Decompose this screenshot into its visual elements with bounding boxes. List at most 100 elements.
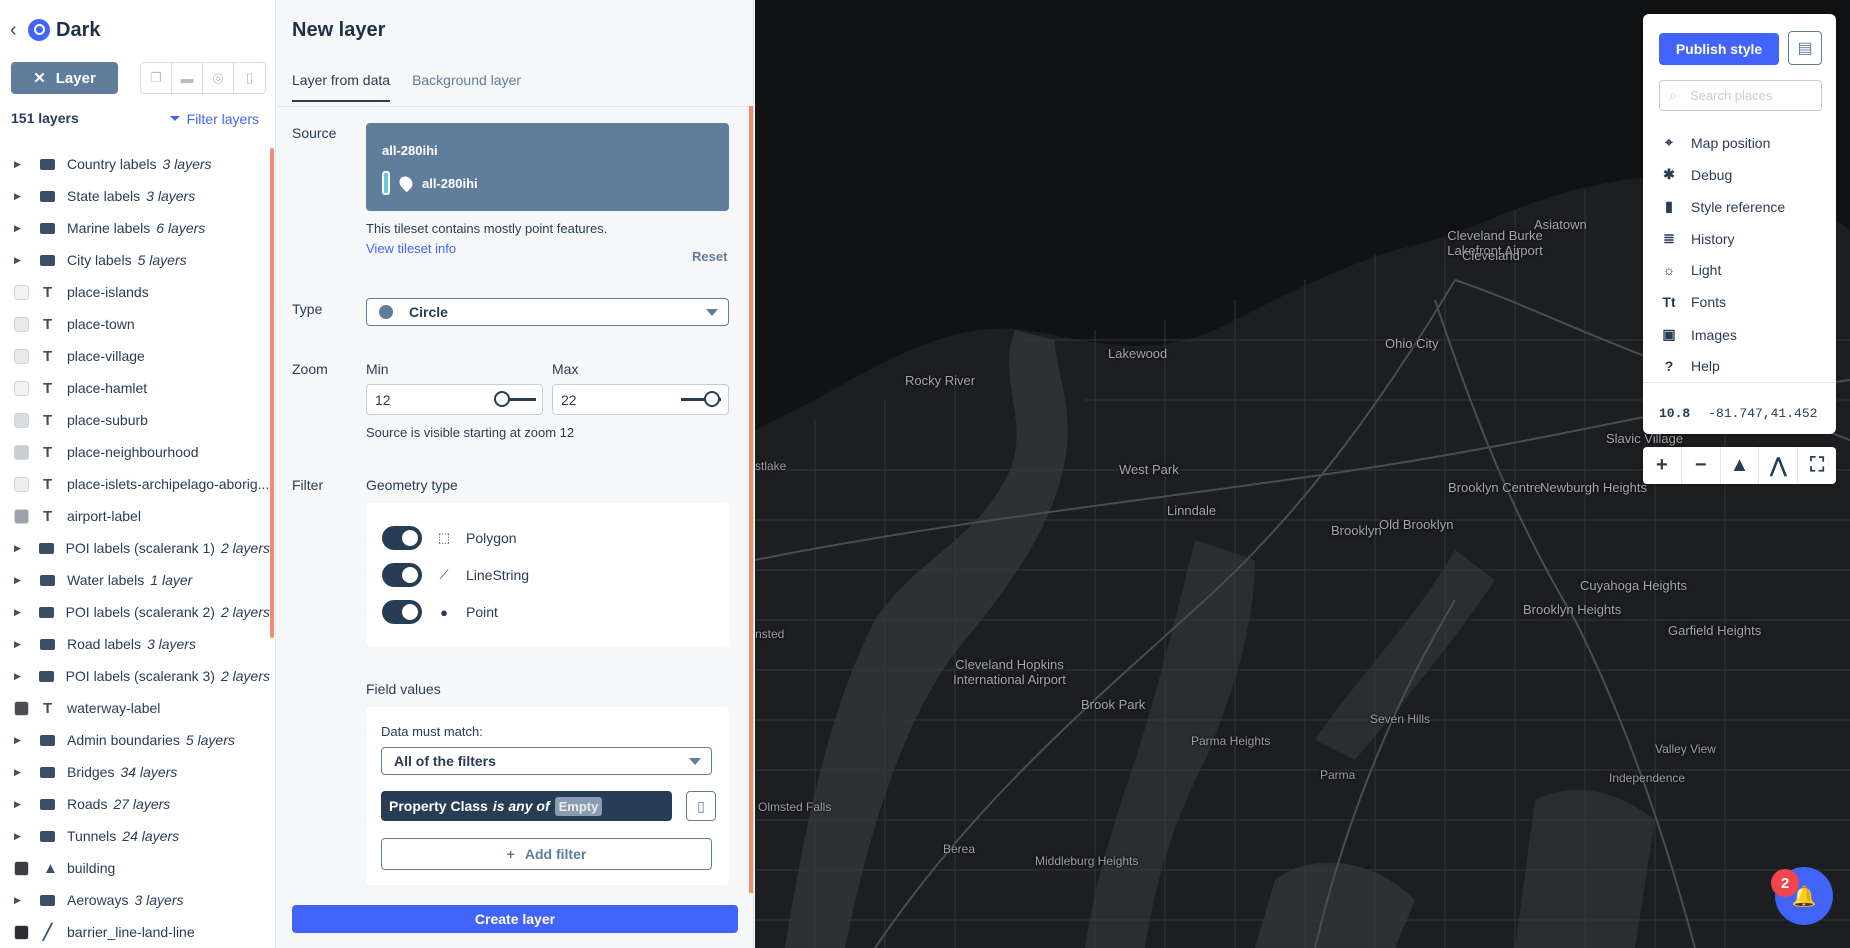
caret-right-icon[interactable]: ▶ [14, 735, 26, 746]
linestring-toggle[interactable] [382, 563, 422, 587]
add-filter-button[interactable]: + Add filter [381, 838, 712, 870]
hide-eye-icon[interactable]: ◎ [203, 63, 234, 93]
menu-item-fonts[interactable]: Tt Fonts [1661, 294, 1726, 310]
map-place-label: Parma [1320, 768, 1356, 782]
min-zoom-slider-handle[interactable] [494, 391, 510, 407]
print-icon[interactable]: ▤ [1788, 31, 1822, 65]
type-label: Type [292, 301, 323, 317]
layer-row[interactable]: Tplace-islands [0, 276, 270, 308]
menu-item-map-position[interactable]: ⌖ Map position [1661, 134, 1770, 151]
layer-row[interactable]: Tplace-islets-archipelago-aborig... [0, 468, 270, 500]
match-mode-select[interactable]: All of the filters [381, 747, 712, 775]
layer-group-name: Country labels [67, 156, 157, 172]
layer-color-swatch [14, 924, 29, 940]
menu-item-images[interactable]: ▣ Images [1661, 326, 1737, 343]
filter-layers-button[interactable]: ⏷ Filter layers [169, 110, 259, 127]
layer-group-row[interactable]: ▶ Water labels 1 layer [0, 564, 270, 596]
layer-group-row[interactable]: ▶ Aeroways 3 layers [0, 884, 270, 916]
property-filter-pill[interactable]: Property Class is any of Empty [381, 791, 672, 821]
layer-group-row[interactable]: ▶ Country labels 3 layers [0, 148, 270, 180]
layer-group-row[interactable]: ▶ Roads 27 layers [0, 788, 270, 820]
layer-row[interactable]: Tairport-label [0, 500, 270, 532]
layer-group-row[interactable]: ▶ City labels 5 layers [0, 244, 270, 276]
group-folder-icon[interactable]: ▬ [172, 63, 203, 93]
max-zoom-slider-handle[interactable] [704, 391, 720, 407]
layer-row[interactable]: Tplace-neighbourhood [0, 436, 270, 468]
polygon-toggle[interactable] [382, 526, 422, 550]
tab-layer-from-data[interactable]: Layer from data [292, 72, 391, 102]
layer-row[interactable]: Tplace-town [0, 308, 270, 340]
menu-item-help[interactable]: ? Help [1661, 358, 1720, 374]
map-place-label: Linndale [1167, 503, 1217, 518]
compass-north-icon[interactable]: ⋀ [1759, 447, 1799, 484]
layer-row[interactable]: ╱ barrier_line-land-line [0, 916, 270, 948]
caret-right-icon[interactable]: ▶ [14, 639, 26, 650]
delete-filter-trash-icon[interactable]: ▯ [686, 791, 716, 821]
caret-right-icon[interactable]: ▶ [14, 799, 26, 810]
source-card[interactable]: all-280ihi all-280ihi [366, 123, 729, 211]
layer-name: airport-label [67, 508, 141, 524]
layer-row[interactable]: Tplace-suburb [0, 404, 270, 436]
history-icon: ≣ [1663, 230, 1675, 246]
layer-group-row[interactable]: ▶ Tunnels 24 layers [0, 820, 270, 852]
chevron-down-icon [706, 309, 718, 316]
sidebar-scrollbar[interactable] [270, 148, 274, 638]
caret-right-icon[interactable]: ▶ [14, 671, 25, 682]
tab-background-layer[interactable]: Background layer [412, 72, 521, 102]
layer-group-name: Aeroways [67, 892, 129, 908]
delete-trash-icon[interactable]: ▯ [234, 63, 265, 93]
view-tileset-link[interactable]: View tileset info [366, 241, 456, 256]
book-icon: ▮ [1665, 198, 1673, 214]
filter-value-tag[interactable]: Empty [554, 796, 603, 816]
text-symbol-icon: T [43, 315, 53, 333]
folder-icon [40, 574, 55, 586]
inspect-icon[interactable]: ▲ [1721, 447, 1760, 484]
menu-item-style-reference[interactable]: ▮ Style reference [1661, 198, 1785, 215]
caret-right-icon[interactable]: ▶ [14, 159, 26, 170]
panel-scrollbar[interactable] [749, 106, 753, 893]
point-icon: ● [440, 604, 448, 620]
layer-group-row[interactable]: ▶ POI labels (scalerank 3) 2 layers [0, 660, 270, 692]
layer-group-row[interactable]: ▶ POI labels (scalerank 2) 2 layers [0, 596, 270, 628]
menu-item-history[interactable]: ≣ History [1661, 230, 1734, 247]
caret-right-icon[interactable]: ▶ [14, 543, 25, 554]
caret-right-icon[interactable]: ▶ [14, 607, 25, 618]
create-layer-button[interactable]: Create layer [292, 905, 738, 933]
layer-row[interactable]: Tplace-hamlet [0, 372, 270, 404]
close-layer-button[interactable]: ✕ Layer [11, 62, 118, 94]
text-symbol-icon: T [43, 411, 53, 429]
point-toggle[interactable] [382, 600, 422, 624]
map-place-label: Rocky River [905, 373, 976, 388]
search-places-input[interactable]: ⌕ Search places [1659, 80, 1822, 111]
fullscreen-icon[interactable]: ⛶ [1798, 447, 1836, 484]
layer-actions: ❐ ▬ ◎ ▯ [140, 62, 266, 94]
layer-row[interactable]: Twaterway-label [0, 692, 270, 724]
layer-group-row[interactable]: ▶ POI labels (scalerank 1) 2 layers [0, 532, 270, 564]
layer-group-row[interactable]: ▶ Admin boundaries 5 layers [0, 724, 270, 756]
caret-right-icon[interactable]: ▶ [14, 895, 26, 906]
type-value: Circle [409, 304, 448, 320]
layer-group-row[interactable]: ▶ Road labels 3 layers [0, 628, 270, 660]
caret-right-icon[interactable]: ▶ [14, 191, 26, 202]
layers-sidebar: ‹ Dark ✕ Layer ❐ ▬ ◎ ▯ 151 layers ⏷ Filt… [0, 0, 276, 948]
duplicate-icon[interactable]: ❐ [141, 63, 172, 93]
zoom-in-icon[interactable]: + [1643, 447, 1682, 484]
layer-group-row[interactable]: ▶ State labels 3 layers [0, 180, 270, 212]
zoom-out-icon[interactable]: − [1682, 447, 1721, 484]
caret-right-icon[interactable]: ▶ [14, 255, 26, 266]
caret-right-icon[interactable]: ▶ [14, 767, 26, 778]
reset-button[interactable]: Reset [692, 249, 727, 264]
caret-right-icon[interactable]: ▶ [14, 575, 26, 586]
caret-right-icon[interactable]: ▶ [14, 223, 26, 234]
menu-item-debug[interactable]: ✱ Debug [1661, 166, 1732, 183]
back-chevron-icon[interactable]: ‹ [10, 19, 22, 42]
type-select[interactable]: Circle [366, 298, 729, 326]
caret-right-icon[interactable]: ▶ [14, 831, 26, 842]
map-place-label: Olmsted Falls [758, 800, 832, 814]
layer-row[interactable]: Tplace-village [0, 340, 270, 372]
layer-group-row[interactable]: ▶ Marine labels 6 layers [0, 212, 270, 244]
menu-item-light[interactable]: ☼ Light [1661, 262, 1722, 278]
layer-row[interactable]: ▲ building [0, 852, 270, 884]
publish-style-button[interactable]: Publish style [1659, 33, 1779, 65]
layer-group-row[interactable]: ▶ Bridges 34 layers [0, 756, 270, 788]
